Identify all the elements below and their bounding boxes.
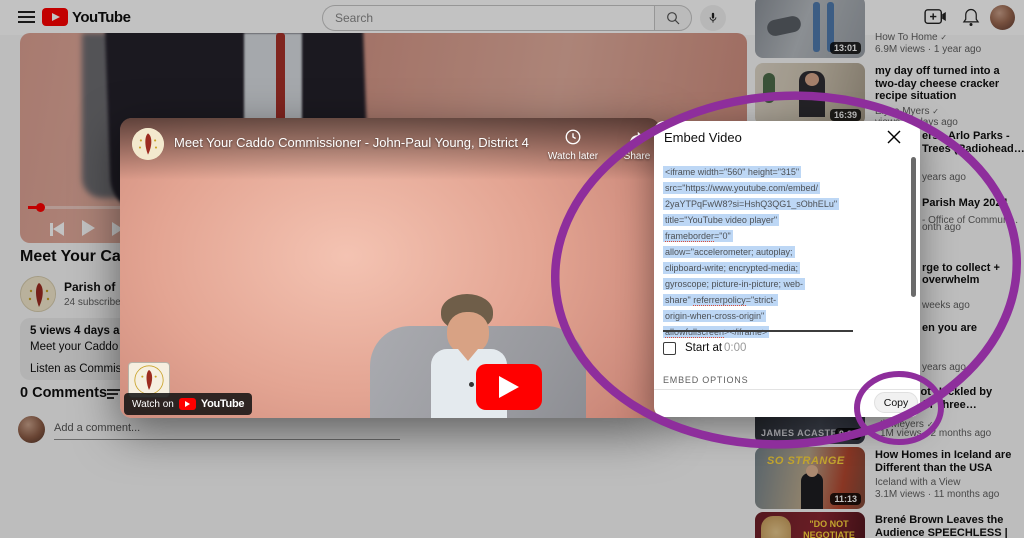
start-at-value[interactable]: 0:00	[724, 342, 746, 354]
selected-code: title="YouTube video player"	[663, 214, 779, 226]
code-line: <iframe width="560" height="315"	[663, 165, 859, 181]
selected-code: <iframe width="560" height="315"	[663, 166, 801, 178]
embed-preview-player[interactable]: Meet Your Caddo Commissioner - John-Paul…	[120, 118, 660, 418]
selected-code: src="https://www.youtube.com/embed/	[663, 182, 820, 194]
embed-code-box[interactable]: <iframe width="560" height="315" src="htt…	[663, 165, 859, 341]
parish-crest-icon	[132, 128, 164, 160]
selected-code: origin-when-cross-origin"	[663, 310, 766, 322]
dialog-divider	[654, 389, 920, 390]
start-at-label: Start at	[685, 342, 722, 354]
code-line: title="YouTube video player"	[663, 213, 859, 229]
misspelled-word: allowfullscreen	[665, 327, 724, 338]
code-box-underline	[663, 330, 853, 332]
selected-code: gyroscope; picture-in-picture; web-	[663, 278, 805, 290]
parish-crest-icon	[134, 365, 164, 395]
preview-title-bar: Meet Your Caddo Commissioner - John-Paul…	[120, 118, 660, 180]
youtube-play-icon	[179, 398, 196, 410]
selected-code: 2yaYTPqFwW8?si=HshQ3QG1_sObhELu"	[663, 198, 839, 210]
copy-button[interactable]: Copy	[874, 392, 918, 413]
code-line: frameborder="0"	[663, 229, 859, 245]
code-line: src="https://www.youtube.com/embed/	[663, 181, 859, 197]
selected-code: frameborder="0"	[663, 230, 733, 242]
guest-mic	[469, 382, 474, 387]
share-button[interactable]: Share	[602, 128, 660, 162]
start-at-checkbox[interactable]	[663, 342, 676, 355]
selected-code: allow="accelerometer; autoplay;	[663, 246, 795, 258]
selected-code: clipboard-write; encrypted-media;	[663, 262, 800, 274]
preview-channel-avatar[interactable]	[132, 128, 164, 160]
preview-video-title[interactable]: Meet Your Caddo Commissioner - John-Paul…	[174, 135, 534, 150]
code-line: share" referrerpolicy="strict-	[663, 293, 859, 309]
code-line: allow="accelerometer; autoplay;	[663, 245, 859, 261]
misspelled-word: referrerpolicy	[693, 295, 746, 306]
code-line: clipboard-write; encrypted-media;	[663, 261, 859, 277]
share-arrow-icon	[628, 128, 646, 146]
dialog-title: Embed Video	[664, 130, 742, 145]
code-line: allowfullscreen></iframe>	[663, 325, 859, 341]
embed-options-label: EMBED OPTIONS	[663, 375, 748, 385]
guest-face	[447, 312, 489, 354]
code-line: origin-when-cross-origin"	[663, 309, 859, 325]
dialog-scrollbar[interactable]	[911, 157, 916, 297]
misspelled-word: frameborder	[665, 231, 714, 242]
selected-code: share" referrerpolicy="strict-	[663, 294, 778, 306]
clock-icon	[564, 128, 582, 146]
close-icon	[886, 129, 902, 145]
code-line: 2yaYTPqFwW8?si=HshQ3QG1_sObhELu"	[663, 197, 859, 213]
selected-code: allowfullscreen></iframe>	[663, 326, 769, 338]
code-line: gyroscope; picture-in-picture; web-	[663, 277, 859, 293]
embed-video-dialog: Embed Video <iframe width="560" height="…	[654, 121, 920, 417]
watch-later-button[interactable]: Watch later	[538, 128, 608, 162]
close-button[interactable]	[886, 129, 902, 145]
youtube-watch-page: YouTube Search Meet Your Caddo	[0, 0, 1024, 538]
play-button-large[interactable]	[476, 364, 542, 410]
watch-on-youtube-badge[interactable]: Watch on YouTube	[124, 393, 252, 415]
